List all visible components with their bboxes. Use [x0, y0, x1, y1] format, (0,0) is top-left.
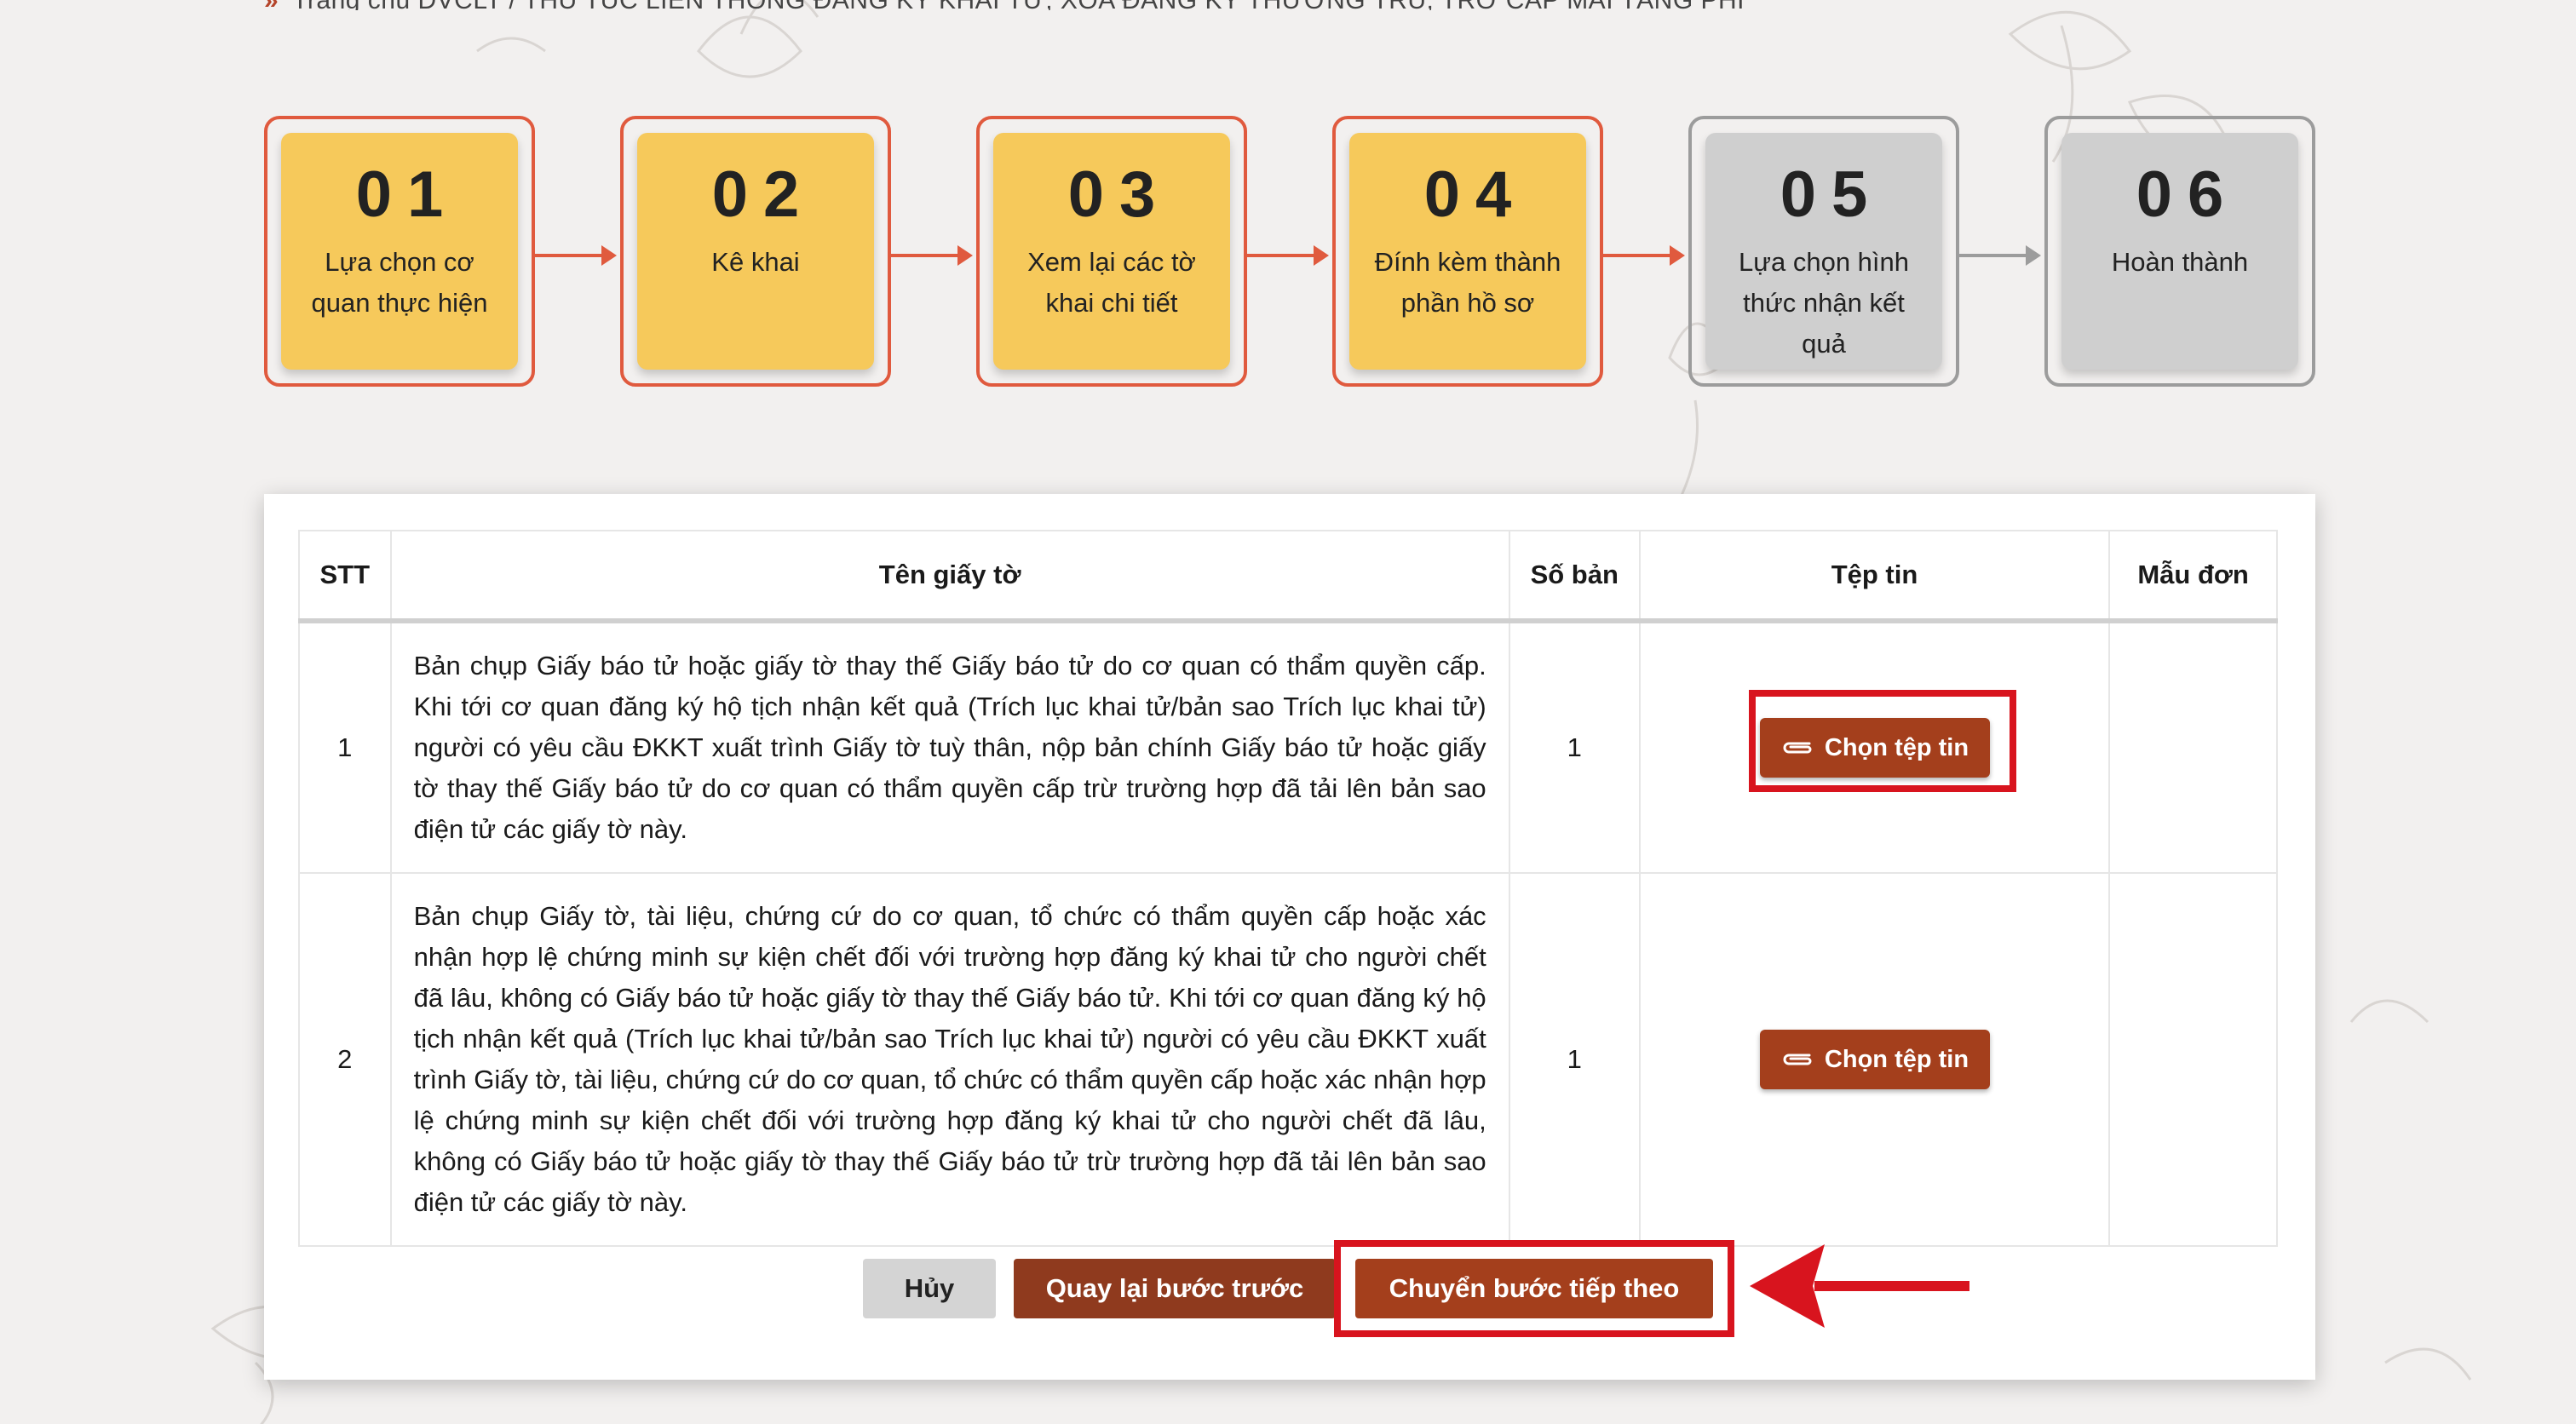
- row-copies: 1: [1508, 620, 1641, 874]
- step-number: 04: [1423, 158, 1527, 231]
- step-5[interactable]: 05 Lựa chọn hình thức nhận kết quả: [1688, 116, 1959, 387]
- step-connector-arrow: [1603, 245, 1685, 266]
- row-copies: 1: [1508, 872, 1641, 1247]
- cancel-button[interactable]: Hủy: [863, 1259, 996, 1318]
- step-number: 01: [355, 158, 459, 231]
- step-4[interactable]: 04 Đính kèm thành phần hồ sơ: [1332, 116, 1603, 387]
- step-number: 02: [711, 158, 815, 231]
- row-document-name: Bản chụp Giấy tờ, tài liệu, chứng cứ do …: [389, 872, 1510, 1247]
- table-row: 2 Bản chụp Giấy tờ, tài liệu, chứng cứ d…: [298, 872, 2278, 1247]
- step-2[interactable]: 02 Kê khai: [620, 116, 891, 387]
- step-label: Đính kèm thành phần hồ sơ: [1374, 247, 1561, 318]
- highlight-box-file-button: [1749, 690, 2016, 792]
- step-5-card: 05 Lựa chọn hình thức nhận kết quả: [1705, 133, 1942, 370]
- step-label: Hoàn thành: [2111, 247, 2249, 277]
- table-header-row: STT Tên giấy tờ Số bản Tệp tin Mẫu đơn: [298, 530, 2278, 623]
- step-number: 05: [1780, 158, 1883, 231]
- step-label: Xem lại các tờ khai chi tiết: [1027, 247, 1196, 318]
- step-label: Lựa chọn hình thức nhận kết quả: [1738, 247, 1910, 359]
- step-6-card: 06 Hoàn thành: [2061, 133, 2298, 370]
- highlight-box-next-button: [1334, 1240, 1734, 1337]
- step-label: Kê khai: [711, 247, 800, 277]
- red-arrow-annotation: [1750, 1244, 1969, 1328]
- step-connector-arrow: [1959, 245, 2041, 266]
- step-3[interactable]: 03 Xem lại các tờ khai chi tiết: [976, 116, 1247, 387]
- documents-table: STT Tên giấy tờ Số bản Tệp tin Mẫu đơn 1…: [298, 530, 2278, 1247]
- step-connector-arrow: [535, 245, 617, 266]
- step-1[interactable]: 01 Lựa chọn cơ quan thực hiện: [264, 116, 535, 387]
- column-header-name: Tên giấy tờ: [389, 530, 1510, 623]
- step-1-card: 01 Lựa chọn cơ quan thực hiện: [281, 133, 518, 370]
- column-header-copies: Số bản: [1508, 530, 1641, 623]
- step-label: Lựa chọn cơ quan thực hiện: [311, 247, 488, 318]
- step-number: 06: [2136, 158, 2240, 231]
- column-header-template: Mẫu đơn: [2108, 530, 2278, 623]
- paperclip-icon: [1783, 1054, 1812, 1065]
- choose-file-label: Chọn tệp tin: [1824, 1045, 1969, 1073]
- step-6[interactable]: 06 Hoàn thành: [2044, 116, 2315, 387]
- step-3-card: 03 Xem lại các tờ khai chi tiết: [993, 133, 1230, 370]
- row-file-cell: Chọn tệp tin: [1638, 872, 2111, 1247]
- column-header-stt: STT: [298, 530, 392, 623]
- column-header-file: Tệp tin: [1638, 530, 2111, 623]
- step-connector-arrow: [1247, 245, 1329, 266]
- row-template: [2108, 620, 2278, 874]
- step-2-card: 02 Kê khai: [637, 133, 874, 370]
- progress-steps: 01 Lựa chọn cơ quan thực hiện 02 Kê khai…: [0, 0, 2576, 400]
- row-document-name: Bản chụp Giấy báo tử hoặc giấy tờ thay t…: [389, 620, 1510, 874]
- step-number: 03: [1067, 158, 1171, 231]
- documents-panel: STT Tên giấy tờ Số bản Tệp tin Mẫu đơn 1…: [264, 494, 2315, 1380]
- step-4-card: 04 Đính kèm thành phần hồ sơ: [1349, 133, 1586, 370]
- row-template: [2108, 872, 2278, 1247]
- row-stt: 2: [298, 872, 392, 1247]
- row-stt: 1: [298, 620, 392, 874]
- back-button[interactable]: Quay lại bước trước: [1014, 1259, 1336, 1318]
- step-connector-arrow: [891, 245, 973, 266]
- choose-file-button[interactable]: Chọn tệp tin: [1759, 1030, 1990, 1089]
